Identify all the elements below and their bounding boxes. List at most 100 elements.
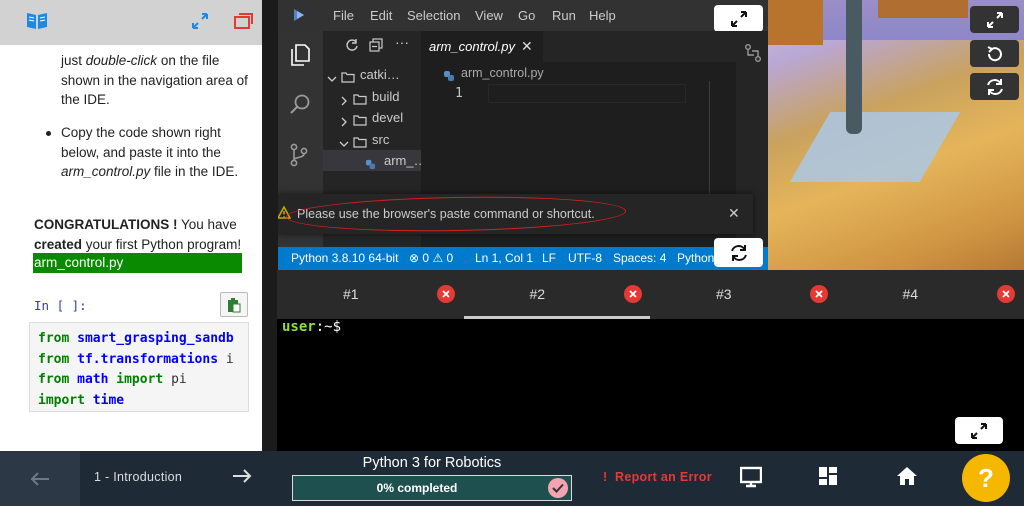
sim-reset-button[interactable] [970,40,1019,67]
cell-prompt: In [ ]: [34,298,87,313]
explorer-icon[interactable] [289,43,311,72]
windows-icon[interactable] [234,12,254,35]
notebook-toolbar [0,0,262,45]
search-icon[interactable] [289,93,311,120]
problems-status[interactable]: ⊗ 0 ⚠ 0 [409,251,453,265]
notification-toast: Please use the browser's paste command o… [278,194,753,234]
tree-folder-item[interactable]: build [323,86,421,107]
menu-item-go[interactable]: Go [518,8,535,23]
folder-icon [341,68,355,85]
chevron-right-icon [339,91,349,107]
ide-window: File Edit Selection View Go Run Help ··· [278,0,768,270]
tree-item-label: arm_… [384,153,421,168]
python-version-status[interactable]: Python 3.8.10 64-bit [291,251,398,265]
check-icon[interactable] [548,478,568,498]
copy-button[interactable] [220,292,248,317]
menu-item-help[interactable]: Help [589,8,616,23]
collapse-all-icon[interactable] [369,38,383,57]
diff-icon[interactable] [744,43,762,68]
clipboard-icon [228,297,241,312]
tree-item-label: catki… [360,67,400,82]
sim-object [768,0,823,45]
code-line: from smart_grasping_sandb [38,331,234,346]
current-line-highlight [488,84,686,103]
code-line: import time [38,392,125,408]
arrow-left-icon [30,471,49,486]
cursor-position-status[interactable]: Ln 1, Col 1 [475,251,533,265]
menu-item-selection[interactable]: Selection [407,8,460,23]
close-icon[interactable]: ✕ [728,205,740,222]
more-actions-icon[interactable]: ··· [395,34,409,50]
encoding-status[interactable]: UTF-8 [568,251,602,265]
report-error-link[interactable]: ! Report an Error [603,470,712,484]
refresh-icon[interactable] [345,38,359,57]
notebook-panel[interactable]: just double-click on the file shown in t… [0,0,262,451]
close-icon[interactable] [623,285,642,303]
close-icon[interactable] [996,285,1015,303]
reload-icon [986,78,1003,95]
editor-tab[interactable]: arm_control.py ✕ [421,31,543,62]
code-line: from math import pi [38,372,187,387]
terminal-tab-4[interactable]: #4 [903,286,919,302]
tree-folder-item[interactable]: src [323,129,421,150]
source-control-icon[interactable] [289,143,309,172]
terminal-fullscreen-button[interactable] [955,417,1003,444]
code-line: from tf.transformations i [38,351,234,367]
progress-bar: 0% completed [292,475,572,501]
book-icon[interactable] [26,11,48,36]
simulation-view[interactable] [768,0,1024,270]
folder-icon [353,133,367,150]
expand-icon [986,11,1003,28]
chapter-title[interactable]: 1 - Introduction [94,470,182,484]
breadcrumb[interactable]: arm_control.py [461,66,544,80]
error-icon: ⊗ [409,251,420,265]
arrow-right-icon [233,469,252,483]
editor-ruler [709,81,710,201]
sim-reload-button[interactable] [970,73,1019,100]
file-name-bar: arm_control.py [33,253,242,273]
home-icon[interactable] [896,466,918,491]
close-icon[interactable] [437,285,455,303]
close-icon[interactable] [810,285,828,303]
menu-item-view[interactable]: View [475,8,503,23]
previous-button[interactable] [0,451,80,506]
monitor-icon[interactable] [739,466,763,493]
sim-robot-arm [846,0,862,134]
folder-icon [353,111,367,128]
close-icon[interactable]: ✕ [521,38,533,55]
terminal-tab-bar: #1 #2 #3 #4 [277,270,1024,319]
terminal-tab-2[interactable]: #2 [530,286,546,302]
menu-item-edit[interactable]: Edit [370,8,392,23]
chevron-right-icon [339,112,349,128]
expand-icon [730,10,747,27]
terminal-tab-3[interactable]: #3 [716,286,732,302]
menu-item-file[interactable]: File [333,8,354,23]
help-button[interactable]: ? [962,454,1010,502]
tree-file-item[interactable]: arm_… [323,150,421,171]
expand-icon[interactable] [191,12,209,35]
next-button[interactable] [232,468,252,489]
warning-count: 0 [446,251,454,265]
sim-fullscreen-button[interactable] [970,6,1019,33]
tree-folder-item[interactable]: catki… [323,64,421,85]
indentation-status[interactable]: Spaces: 4 [613,251,666,265]
ide-fullscreen-button[interactable] [714,5,763,32]
instruction-text-2: Copy the code shown right below, and pas… [61,125,239,179]
menu-bar: File Edit Selection View Go Run Help [278,0,768,32]
chevron-down-icon [327,69,337,85]
tree-folder-item[interactable]: devel [323,107,421,128]
language-status[interactable]: Python [677,251,714,265]
app-root: just double-click on the file shown in t… [0,0,1024,506]
terminal-tab-1[interactable]: #1 [343,286,359,302]
folder-icon [353,90,367,107]
terminal[interactable]: user:~$ [277,319,1024,451]
sim-plate [789,112,961,182]
ide-reload-button[interactable] [714,238,763,267]
code-cell[interactable]: from smart_grasping_sandbfrom tf.transfo… [29,322,249,412]
sim-object [878,0,968,18]
menu-item-run[interactable]: Run [552,8,576,23]
layout-icon[interactable] [818,466,838,491]
tree-item-label: src [372,131,390,147]
course-title: Python 3 for Robotics [362,455,502,471]
eol-status[interactable]: LF [542,251,556,265]
